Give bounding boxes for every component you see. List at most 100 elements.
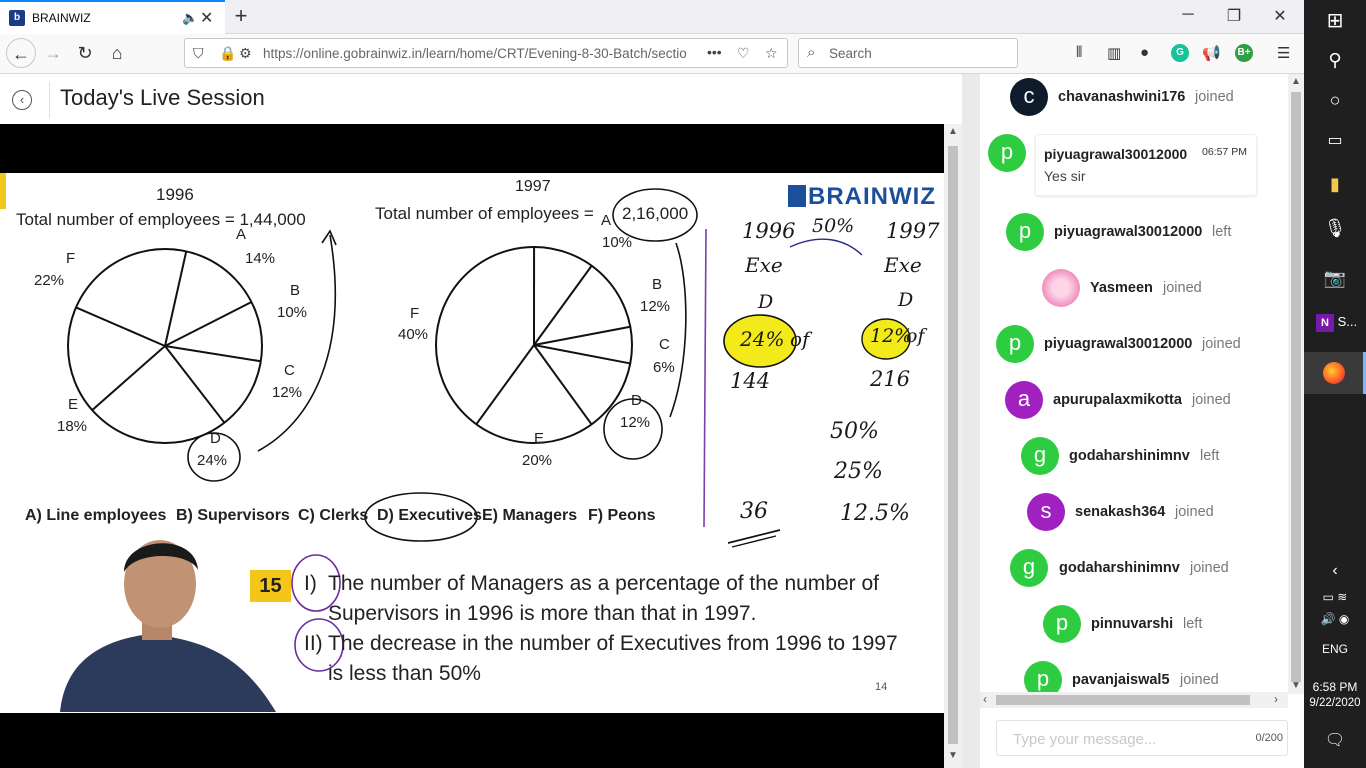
legend-d: D) Executives xyxy=(377,507,482,524)
user-avatar: p xyxy=(988,134,1026,172)
pie-chart-1996: A14%B10%C12%D24%E18%F22% xyxy=(34,226,307,469)
minimize-button[interactable]: ─ xyxy=(1168,6,1208,24)
clock-time[interactable]: 6:58 PM xyxy=(1304,680,1366,694)
presenter-webcam xyxy=(60,540,276,712)
pie-label-f: F xyxy=(410,305,419,322)
back-button[interactable]: ← xyxy=(6,38,36,68)
chat-username: godaharshinimnv xyxy=(1069,448,1190,464)
scroll-up-icon[interactable]: ▲ xyxy=(948,126,958,137)
pocket-icon[interactable]: ♡ xyxy=(737,45,750,62)
chat-username: senakash364 xyxy=(1075,504,1166,520)
user-avatar: s xyxy=(1027,493,1065,531)
chat-vertical-scrollbar[interactable]: ▲ ▼ xyxy=(1288,74,1304,694)
user-avatar: g xyxy=(1021,437,1059,475)
chat-status: joined xyxy=(1180,672,1219,688)
video-scroll-thumb[interactable] xyxy=(948,146,958,744)
permissions-icon[interactable]: ⚙ xyxy=(239,45,252,62)
firefox-app[interactable] xyxy=(1304,352,1366,394)
search-taskbar-icon[interactable]: ⚲ xyxy=(1304,50,1366,71)
pie-label-c-value: 12% xyxy=(272,384,302,401)
browser-tab[interactable]: b BRAINWIZ 🔈 ✕ xyxy=(0,0,225,34)
live-video[interactable]: 1996 Total number of employees = 1,44,00… xyxy=(0,124,944,768)
lock-icon[interactable]: 🔒 xyxy=(219,45,236,62)
note-exe-1: Exe xyxy=(745,253,783,277)
scroll-down-icon[interactable]: ▼ xyxy=(948,750,958,761)
chat-status: joined xyxy=(1163,280,1202,296)
close-tab-icon[interactable]: ✕ xyxy=(200,8,213,28)
file-explorer-icon[interactable]: ▮ xyxy=(1304,174,1366,195)
chat-status: joined xyxy=(1195,89,1234,105)
action-center-icon[interactable]: 🗨 xyxy=(1304,730,1366,750)
q2-line2: is less than 50% xyxy=(328,662,481,685)
restore-button[interactable]: ❐ xyxy=(1214,6,1254,26)
chat-username: piyuagrawal30012000 xyxy=(1054,224,1203,240)
pie-label-f-value: 40% xyxy=(398,326,428,343)
user-avatar: c xyxy=(1010,78,1048,116)
chat-hscroll-thumb[interactable] xyxy=(996,695,1250,705)
q2-label: II) xyxy=(304,632,323,655)
clock-date[interactable]: 9/22/2020 xyxy=(1304,697,1366,709)
user-avatar: p xyxy=(1043,605,1081,643)
recorder-icon[interactable]: 🎙 xyxy=(1304,218,1366,239)
arrow-notes xyxy=(789,238,863,256)
pie-label-a-value: 10% xyxy=(602,234,632,251)
new-tab-button[interactable]: + xyxy=(230,4,252,28)
search-placeholder[interactable]: Search xyxy=(829,46,872,61)
message-text: Yes sir xyxy=(1044,168,1086,184)
extension-b-icon[interactable]: B+ xyxy=(1235,44,1253,62)
language-indicator[interactable]: ENG xyxy=(1304,642,1366,656)
cortana-icon[interactable]: ○ xyxy=(1304,90,1366,111)
legend-e: E) Managers xyxy=(482,507,578,524)
forward-button[interactable]: → xyxy=(38,38,68,68)
task-view-icon[interactable]: ▭ xyxy=(1304,130,1366,150)
chat-scroll-thumb[interactable] xyxy=(1291,92,1301,682)
shield-icon[interactable]: ⛉ xyxy=(193,45,204,62)
message-username: piyuagrawal30012000 xyxy=(1044,146,1188,162)
chat-username: godaharshinimnv xyxy=(1059,560,1180,576)
volume-network-icons[interactable]: 🔊 ◉ xyxy=(1304,612,1366,626)
video-scrollbar[interactable]: ▲ ▼ xyxy=(944,124,962,768)
search-box[interactable]: ⌕ Search xyxy=(798,38,1018,68)
pie-label-b: B xyxy=(652,276,662,293)
url-text[interactable]: https://online.gobrainwiz.in/learn/home/… xyxy=(263,46,703,61)
firefox-icon xyxy=(1322,362,1345,384)
tab-bar: b BRAINWIZ 🔈 ✕ + ─ ❐ ✕ xyxy=(0,0,1304,34)
presenter-shirt xyxy=(60,634,276,712)
chat-username: pavanjaiswal5 xyxy=(1072,672,1170,688)
back-circle-icon[interactable]: ‹ xyxy=(12,90,32,110)
onenote-label: S... xyxy=(1337,314,1358,329)
chat-scroll-left-icon[interactable]: ‹ xyxy=(983,692,987,706)
chat-scroll-down-icon[interactable]: ▼ xyxy=(1291,680,1301,691)
close-window-button[interactable]: ✕ xyxy=(1260,6,1300,26)
menu-icon[interactable]: ☰ xyxy=(1277,44,1290,62)
underline-36b xyxy=(731,535,777,548)
chat-horizontal-scrollbar[interactable]: ‹ › xyxy=(980,692,1288,708)
battery-wifi-icons[interactable]: ▭ ≋ xyxy=(1304,590,1366,604)
onenote-app[interactable]: N S... xyxy=(1304,314,1366,344)
bookmark-star-icon[interactable]: ☆ xyxy=(765,45,778,62)
show-hidden-icons[interactable]: ‹ xyxy=(1304,562,1366,580)
chat-username: chavanashwini176 xyxy=(1058,89,1186,105)
account-icon[interactable]: ● xyxy=(1140,44,1149,61)
chat-username: pinnuvarshi xyxy=(1091,616,1174,632)
page-header: ‹ Today's Live Session xyxy=(0,74,962,124)
user-avatar: p xyxy=(1006,213,1044,251)
library-icon[interactable]: ⫴ xyxy=(1076,44,1082,61)
divider-line xyxy=(703,228,707,528)
message-input[interactable]: Type your message... 0/200 xyxy=(996,720,1288,756)
chat-scroll-right-icon[interactable]: › xyxy=(1274,692,1278,706)
chat-scroll-up-icon[interactable]: ▲ xyxy=(1291,76,1301,87)
message-placeholder[interactable]: Type your message... xyxy=(1013,731,1156,748)
home-button[interactable]: ⌂ xyxy=(102,38,132,68)
page-actions-icon[interactable]: ••• xyxy=(707,44,722,60)
megaphone-icon[interactable]: 📢 xyxy=(1202,44,1221,62)
url-bar[interactable]: ⛉ 🔒 ⚙ https://online.gobrainwiz.in/learn… xyxy=(184,38,788,68)
pie-label-f-value: 22% xyxy=(34,272,64,289)
windows-start-icon[interactable]: ⊞ xyxy=(1304,8,1366,33)
camera-icon[interactable]: 📷 xyxy=(1304,268,1366,289)
brainwiz-favicon: b xyxy=(9,10,25,26)
reload-button[interactable]: ↻ xyxy=(70,38,100,68)
sidebar-icon[interactable]: ▥ xyxy=(1107,44,1121,62)
speaker-icon[interactable]: 🔈 xyxy=(182,10,198,26)
grammarly-icon[interactable]: G xyxy=(1171,44,1189,62)
